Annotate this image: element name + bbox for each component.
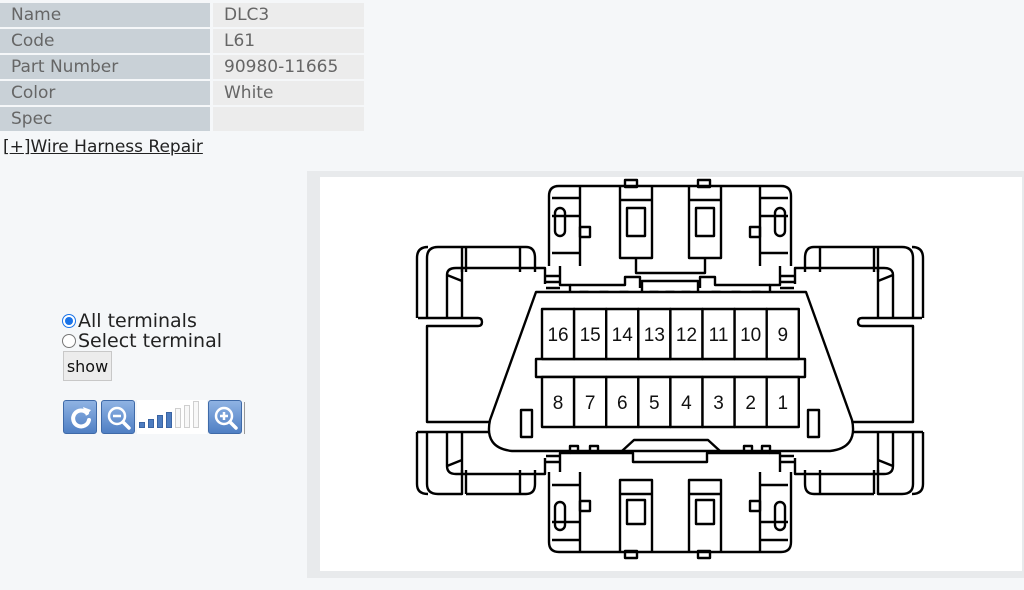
zoom-level-step[interactable] [148, 418, 154, 428]
terminal-pin-8[interactable]: 8 [540, 375, 576, 429]
terminal-number: 6 [617, 393, 628, 414]
radio-label[interactable]: All terminals [78, 311, 197, 331]
terminal-pin-16[interactable]: 16 [540, 307, 576, 361]
zoom-level-step[interactable] [175, 408, 181, 428]
info-label: Color [0, 81, 210, 105]
reset-button[interactable] [63, 400, 97, 434]
terminal-pin-3[interactable]: 3 [701, 375, 736, 429]
terminal-number: 10 [740, 325, 761, 346]
zoom-level-indicator[interactable] [137, 400, 207, 434]
terminal-number: 14 [612, 325, 634, 346]
wire-harness-repair-label[interactable]: Wire Harness Repair [31, 137, 203, 157]
zoom-in-button[interactable] [208, 400, 242, 434]
terminal-pin-7[interactable]: 7 [572, 375, 608, 429]
info-row-name: Name DLC3 [0, 3, 364, 27]
info-value: White [210, 81, 364, 105]
zoom-toolbar [63, 400, 246, 436]
zoom-in-icon [214, 406, 238, 430]
connector-diagram: 16 15 14 13 12 11 10 9 8 7 6 5 4 3 2 1 [320, 177, 1022, 571]
connector-diagram-panel: 16 15 14 13 12 11 10 9 8 7 6 5 4 3 2 1 [307, 171, 1024, 578]
connector-info-table: Name DLC3 Code L61 Part Number 90980-116… [0, 1, 364, 133]
zoom-out-icon [107, 406, 131, 430]
zoom-level-step[interactable] [166, 411, 172, 428]
terminal-pin-15[interactable]: 15 [572, 307, 608, 361]
terminal-number: 7 [585, 393, 596, 414]
info-label: Spec [0, 107, 210, 131]
terminal-number: 16 [547, 325, 568, 346]
connector-body [415, 178, 925, 560]
radio-label[interactable]: Select terminal [78, 331, 222, 351]
terminal-pin-4[interactable]: 4 [669, 375, 704, 429]
expand-toggle[interactable]: + [10, 137, 24, 157]
info-value: 90980-11665 [210, 55, 364, 79]
zoom-out-button[interactable] [101, 400, 135, 434]
terminal-pin-14[interactable]: 14 [605, 307, 640, 361]
terminal-number: 15 [580, 325, 601, 346]
info-row-code: Code L61 [0, 29, 364, 53]
info-value: L61 [210, 29, 364, 53]
terminal-pin-12[interactable]: 12 [669, 307, 704, 361]
terminal-number: 11 [709, 325, 729, 346]
zoom-level-step[interactable] [139, 422, 145, 428]
top-housing [546, 178, 794, 298]
terminal-pin-6[interactable]: 6 [605, 375, 640, 429]
show-button[interactable]: show [63, 351, 112, 381]
zoom-level-step[interactable] [184, 404, 190, 428]
terminal-number: 3 [713, 393, 724, 414]
terminal-pin-5[interactable]: 5 [637, 375, 672, 429]
radio-select-terminal[interactable]: Select terminal [62, 331, 222, 351]
terminal-number: 9 [777, 325, 788, 346]
radio-all-terminals[interactable]: All terminals [62, 311, 222, 331]
info-value [210, 107, 364, 131]
terminal-options: All terminals Select terminal [62, 311, 222, 351]
info-label: Name [0, 3, 210, 27]
terminal-pin-11[interactable]: 11 [701, 307, 736, 361]
bottom-housing [546, 442, 794, 560]
close-bracket: ] [23, 137, 31, 157]
radio-button[interactable] [62, 334, 76, 348]
open-bracket: [ [3, 137, 10, 157]
terminal-pin-2[interactable]: 2 [733, 375, 768, 429]
wire-harness-repair-link[interactable]: [+]Wire Harness Repair [3, 137, 203, 157]
info-label: Part Number [0, 55, 210, 79]
terminal-number: 12 [676, 325, 697, 346]
terminal-number: 1 [777, 393, 788, 414]
separator-bar [534, 357, 807, 379]
terminal-number: 5 [649, 393, 660, 414]
rotate-reset-icon [71, 407, 91, 429]
terminal-pin-1[interactable]: 1 [765, 375, 801, 429]
terminal-pin-13[interactable]: 13 [637, 307, 672, 361]
info-value: DLC3 [210, 3, 364, 27]
toolbar-divider [244, 402, 245, 434]
terminal-number: 8 [553, 393, 564, 414]
terminal-pin-10[interactable]: 10 [733, 307, 768, 361]
info-row-color: Color White [0, 81, 364, 105]
info-row-part-number: Part Number 90980-11665 [0, 55, 364, 79]
terminal-number: 13 [644, 325, 665, 346]
terminal-pin-9[interactable]: 9 [765, 307, 801, 361]
terminal-number: 2 [745, 393, 756, 414]
info-label: Code [0, 29, 210, 53]
info-row-spec: Spec [0, 107, 364, 131]
zoom-level-step[interactable] [193, 401, 199, 428]
dlc3-connector-drawing: 16 15 14 13 12 11 10 9 8 7 6 5 4 3 2 1 [415, 178, 925, 560]
zoom-level-step[interactable] [157, 415, 163, 428]
radio-button-checked[interactable] [62, 314, 76, 328]
terminal-number: 4 [681, 393, 692, 414]
